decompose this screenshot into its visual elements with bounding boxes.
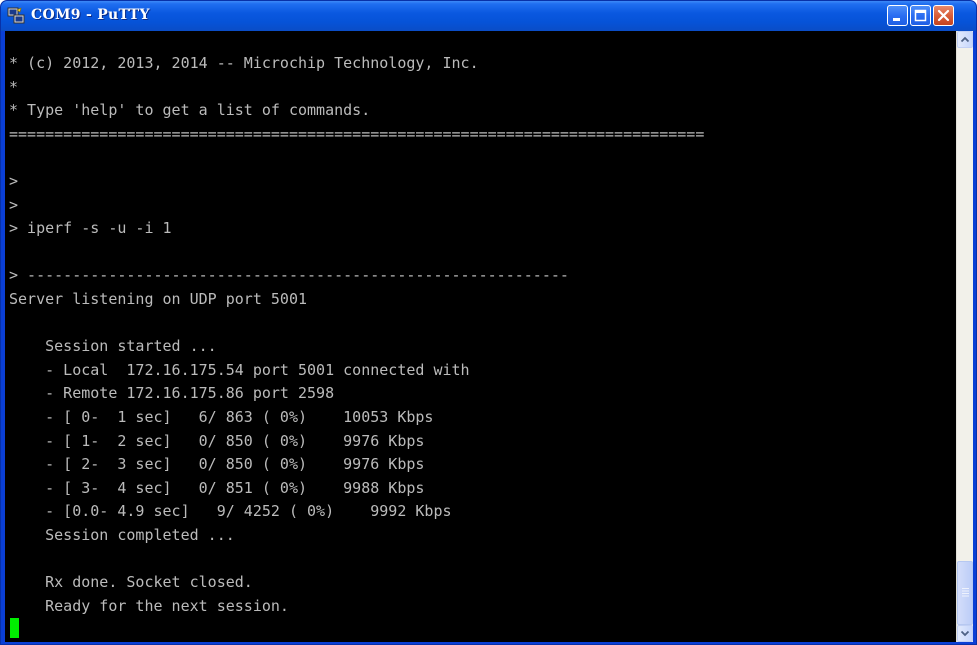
terminal-line: ========================================…	[9, 124, 705, 143]
terminal-line: > iperf -s -u -i 1	[9, 219, 172, 238]
terminal-line: Server listening on UDP port 5001	[9, 289, 308, 308]
scroll-down-button[interactable]	[957, 625, 973, 642]
window-title: COM9 - PuTTY	[31, 7, 150, 23]
terminal-line: - [ 3- 4 sec] 0/ 851 ( 0%) 9988 Kbps	[9, 478, 425, 497]
close-icon	[937, 9, 950, 22]
putty-window: COM9 - PuTTY * (c) 2012, 2013, 2014 -- M…	[0, 0, 977, 645]
terminal-line: Session started ...	[9, 337, 217, 356]
scroll-up-button[interactable]	[957, 31, 973, 48]
close-button[interactable]	[933, 5, 954, 26]
terminal-line: *	[9, 77, 19, 96]
terminal-line: Session completed ...	[9, 525, 235, 544]
terminal-line: * Type 'help' to get a list of commands.	[9, 101, 371, 120]
vertical-scrollbar[interactable]	[956, 31, 973, 642]
terminal-output: * (c) 2012, 2013, 2014 -- Microchip Tech…	[9, 52, 704, 618]
terminal-line: > --------------------------------------…	[9, 266, 569, 285]
minimize-button[interactable]	[887, 5, 908, 26]
terminal-line: >	[9, 195, 19, 214]
maximize-icon	[914, 9, 927, 22]
terminal-line: - Local 172.16.175.54 port 5001 connecte…	[9, 360, 470, 379]
terminal-line: - [0.0- 4.9 sec] 9/ 4252 ( 0%) 9992 Kbps	[9, 502, 452, 521]
putty-app-icon[interactable]	[7, 7, 25, 25]
title-bar[interactable]: COM9 - PuTTY	[1, 1, 976, 31]
maximize-button[interactable]	[910, 5, 931, 26]
terminal-line: - [ 2- 3 sec] 0/ 850 ( 0%) 9976 Kbps	[9, 455, 425, 474]
terminal-line: - [ 0- 1 sec] 6/ 863 ( 0%) 10053 Kbps	[9, 407, 434, 426]
scroll-up-icon	[960, 36, 970, 43]
terminal-line: * (c) 2012, 2013, 2014 -- Microchip Tech…	[9, 54, 479, 72]
terminal-line: >	[9, 171, 19, 190]
minimize-icon	[893, 18, 900, 21]
scroll-down-icon	[960, 630, 970, 637]
scroll-thumb[interactable]	[957, 561, 973, 625]
terminal-cursor	[10, 618, 19, 638]
grip-icon	[962, 588, 969, 597]
terminal-line: Rx done. Socket closed.	[9, 573, 253, 592]
terminal-line: - [ 1- 2 sec] 0/ 850 ( 0%) 9976 Kbps	[9, 431, 425, 450]
terminal-line: - Remote 172.16.175.86 port 2598	[9, 384, 335, 403]
terminal-line: Ready for the next session.	[9, 596, 289, 615]
terminal-area[interactable]: * (c) 2012, 2013, 2014 -- Microchip Tech…	[5, 31, 956, 642]
